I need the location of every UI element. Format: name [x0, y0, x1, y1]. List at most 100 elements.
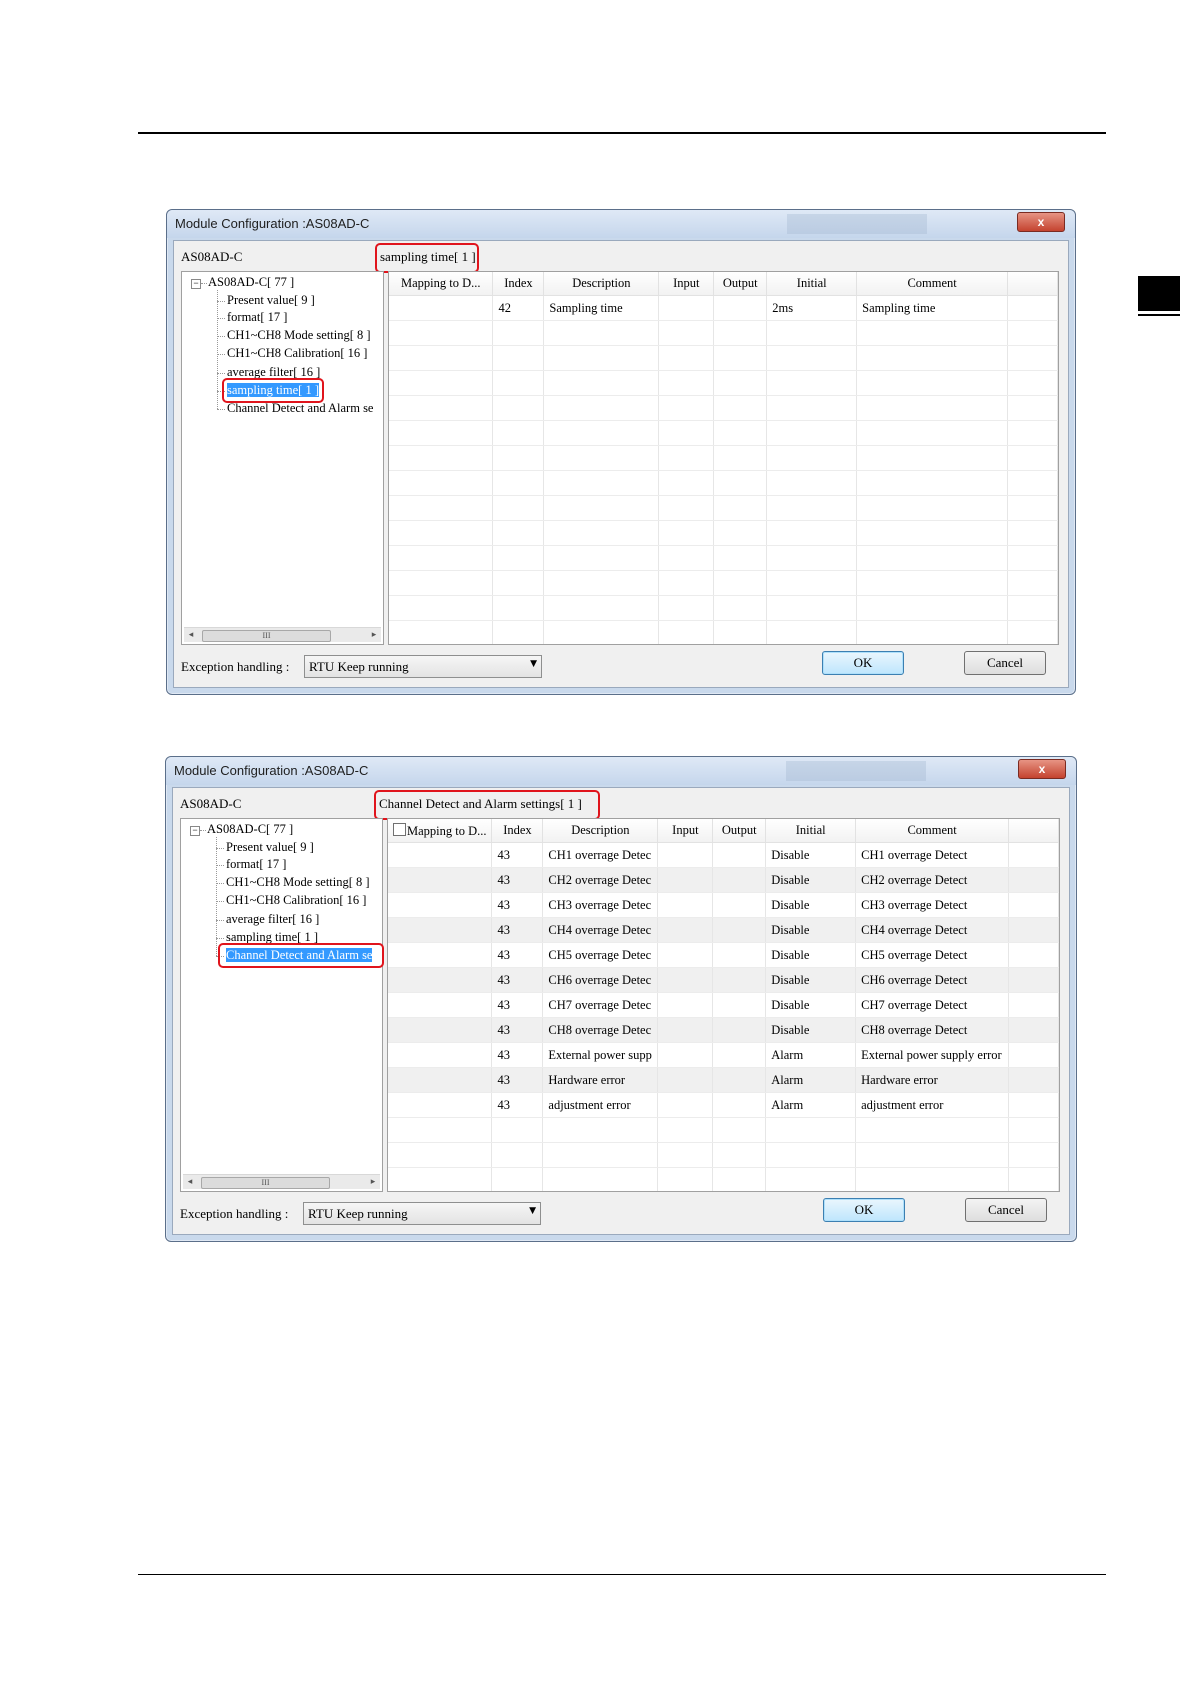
column-header[interactable]: Comment: [855, 819, 1010, 843]
cell-output: [713, 295, 768, 321]
table-row[interactable]: 43 CH8 overrage Detec Disable CH8 overra…: [388, 1017, 1059, 1043]
cell-initial[interactable]: Disable: [765, 942, 857, 968]
module-config-dialog-2: Module Configuration :AS08AD-C x AS08AD-…: [165, 756, 1077, 1242]
select-all-checkbox[interactable]: [392, 822, 406, 836]
column-header[interactable]: Description: [542, 819, 659, 843]
cell-mapping[interactable]: [389, 295, 494, 321]
cell-mapping[interactable]: [388, 967, 493, 993]
title-bar[interactable]: Module Configuration :AS08AD-C x: [167, 210, 1075, 238]
tree-horizontal-scrollbar[interactable]: ◂ III ▸: [183, 1174, 380, 1189]
cell-comment: CH6 overrage Detect: [855, 967, 1010, 993]
column-header[interactable]: Output: [713, 272, 768, 296]
exception-handling-select[interactable]: RTU Keep running ▼: [304, 655, 542, 678]
cell-initial[interactable]: Disable: [765, 967, 857, 993]
scroll-left-icon[interactable]: ◂: [184, 628, 198, 642]
tree-item[interactable]: average filter[ 16 ]: [226, 912, 319, 927]
cell-index: 43: [491, 992, 544, 1018]
cell-input: [657, 1042, 714, 1068]
column-header[interactable]: Description: [543, 272, 660, 296]
cell-mapping[interactable]: [388, 917, 493, 943]
table-row[interactable]: 43 CH2 overrage Detec Disable CH2 overra…: [388, 867, 1059, 893]
cell-initial[interactable]: Alarm: [765, 1042, 857, 1068]
cell-initial[interactable]: Disable: [765, 892, 857, 918]
cancel-button[interactable]: Cancel: [965, 1198, 1047, 1222]
cell-mapping[interactable]: [388, 1092, 493, 1118]
table-row[interactable]: 42 Sampling time 2ms Sampling time: [389, 295, 1058, 321]
close-icon[interactable]: x: [1017, 212, 1065, 232]
cell-mapping[interactable]: [388, 842, 493, 868]
tree-horizontal-scrollbar[interactable]: ◂ III ▸: [184, 627, 381, 642]
cell-initial[interactable]: Disable: [765, 992, 857, 1018]
cell-input: [657, 942, 714, 968]
tree-item[interactable]: CH1~CH8 Mode setting[ 8 ]: [227, 328, 371, 343]
table-row[interactable]: 43 CH7 overrage Detec Disable CH7 overra…: [388, 992, 1059, 1018]
chevron-down-icon[interactable]: ▼: [530, 659, 537, 669]
cell-initial[interactable]: Alarm: [765, 1092, 857, 1118]
cell-output: [712, 942, 767, 968]
cancel-button[interactable]: Cancel: [964, 651, 1046, 675]
column-header[interactable]: Output: [712, 819, 767, 843]
tree-collapse-icon[interactable]: −: [190, 826, 200, 836]
tree-item[interactable]: CH1~CH8 Calibration[ 16 ]: [226, 893, 366, 908]
tree-item[interactable]: CH1~CH8 Calibration[ 16 ]: [227, 346, 367, 361]
tree-item[interactable]: format[ 17 ]: [226, 857, 286, 872]
scroll-left-icon[interactable]: ◂: [183, 1175, 197, 1189]
cell-input: [657, 917, 714, 943]
table-row[interactable]: 43 CH4 overrage Detec Disable CH4 overra…: [388, 917, 1059, 943]
column-header[interactable]: Mapping to D...: [389, 272, 494, 296]
cell-input: [657, 1092, 714, 1118]
exception-handling-select[interactable]: RTU Keep running ▼: [303, 1202, 541, 1225]
cell-mapping[interactable]: [388, 992, 493, 1018]
table-row[interactable]: 43 CH5 overrage Detec Disable CH5 overra…: [388, 942, 1059, 968]
table-row[interactable]: 43 CH6 overrage Detec Disable CH6 overra…: [388, 967, 1059, 993]
cell-mapping[interactable]: [388, 1017, 493, 1043]
scroll-right-icon[interactable]: ▸: [367, 628, 381, 642]
tree-connector: [216, 883, 224, 884]
close-icon[interactable]: x: [1018, 759, 1066, 779]
cell-initial[interactable]: Disable: [765, 917, 857, 943]
cell-initial[interactable]: Disable: [765, 842, 857, 868]
tree-collapse-icon[interactable]: −: [191, 279, 201, 289]
table-row[interactable]: 43 External power supp Alarm External po…: [388, 1042, 1059, 1068]
title-bar[interactable]: Module Configuration :AS08AD-C x: [166, 757, 1076, 785]
cell-mapping[interactable]: [388, 1042, 493, 1068]
cell-filler: [1008, 1042, 1059, 1068]
column-header[interactable]: Initial: [766, 272, 858, 296]
table-row[interactable]: 43 CH3 overrage Detec Disable CH3 overra…: [388, 892, 1059, 918]
scroll-thumb[interactable]: III: [201, 1177, 330, 1189]
tree-item[interactable]: Present value[ 9 ]: [227, 293, 315, 308]
cell-initial[interactable]: Alarm: [765, 1067, 857, 1093]
cell-mapping[interactable]: [388, 867, 493, 893]
column-header[interactable]: Input: [658, 272, 715, 296]
tree-root[interactable]: AS08AD-C[ 77 ]: [207, 822, 293, 837]
table-row[interactable]: 43 CH1 overrage Detec Disable CH1 overra…: [388, 842, 1059, 868]
column-header[interactable]: Index: [492, 272, 545, 296]
window-title: Module Configuration :AS08AD-C: [175, 216, 370, 231]
chevron-down-icon[interactable]: ▼: [529, 1206, 536, 1216]
scroll-right-icon[interactable]: ▸: [366, 1175, 380, 1189]
tree-item[interactable]: Channel Detect and Alarm se: [227, 401, 373, 416]
cell-comment: External power supply error: [855, 1042, 1010, 1068]
table-row[interactable]: 43 Hardware error Alarm Hardware error: [388, 1067, 1059, 1093]
tree-item[interactable]: CH1~CH8 Mode setting[ 8 ]: [226, 875, 370, 890]
tree-item[interactable]: format[ 17 ]: [227, 310, 287, 325]
cell-initial[interactable]: Disable: [765, 1017, 857, 1043]
cell-initial[interactable]: Disable: [765, 867, 857, 893]
cell-initial[interactable]: 2ms: [766, 295, 858, 321]
tree-root[interactable]: AS08AD-C[ 77 ]: [208, 275, 294, 290]
cell-mapping[interactable]: [388, 1067, 493, 1093]
cell-mapping[interactable]: [388, 942, 493, 968]
cell-comment: adjustment error: [855, 1092, 1010, 1118]
column-header[interactable]: Comment: [856, 272, 1009, 296]
column-header[interactable]: Initial: [765, 819, 857, 843]
column-header[interactable]: Mapping to D...: [388, 819, 493, 843]
column-header[interactable]: Index: [491, 819, 544, 843]
tree-item[interactable]: Present value[ 9 ]: [226, 840, 314, 855]
column-header[interactable]: Input: [657, 819, 714, 843]
ok-button[interactable]: OK: [822, 651, 904, 675]
ok-button[interactable]: OK: [823, 1198, 905, 1222]
cell-comment: Hardware error: [855, 1067, 1010, 1093]
table-row[interactable]: 43 adjustment error Alarm adjustment err…: [388, 1092, 1059, 1118]
cell-mapping[interactable]: [388, 892, 493, 918]
scroll-thumb[interactable]: III: [202, 630, 331, 642]
